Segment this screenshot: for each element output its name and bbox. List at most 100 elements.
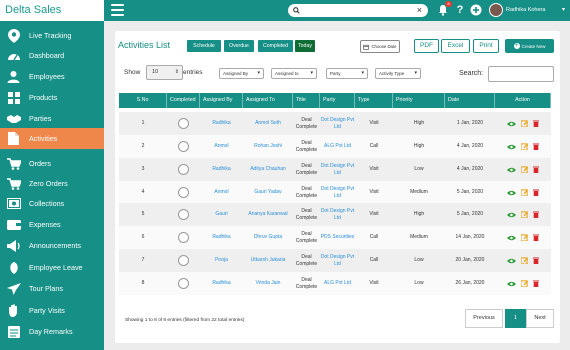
view-eye-icon[interactable] [507, 190, 516, 196]
sidebar-item-tour-plans[interactable]: Tour Plans [0, 278, 104, 299]
cell-assigned-by[interactable]: Gauri [200, 203, 243, 226]
cell-assigned-by[interactable]: Anmol [200, 181, 243, 204]
choose-date-button[interactable]: Choose Date [360, 40, 400, 53]
sidebar-item-collections[interactable]: Collections [0, 193, 104, 214]
delete-trash-icon[interactable] [533, 280, 539, 287]
next-page-button[interactable]: Next [526, 309, 554, 328]
cell-assigned-to[interactable]: Anmol Seth [243, 112, 293, 135]
view-eye-icon[interactable] [507, 121, 516, 127]
view-eye-icon[interactable] [507, 144, 516, 150]
completed-checkbox[interactable] [178, 232, 189, 243]
sidebar-item-products[interactable]: Products [0, 87, 104, 108]
delete-trash-icon[interactable] [533, 211, 539, 218]
column-header-assigned-to[interactable]: Assigned To [243, 93, 293, 108]
add-circle-icon[interactable] [470, 4, 482, 16]
cell-assigned-to[interactable]: Dhruv Gupta [243, 226, 293, 249]
sidebar-item-employees[interactable]: Employees [0, 66, 104, 87]
cell-assigned-to[interactable]: Rohan Joshi [243, 135, 293, 158]
view-eye-icon[interactable] [507, 281, 516, 287]
sidebar-item-announcements[interactable]: Announcements [0, 235, 104, 256]
edit-icon[interactable] [521, 166, 528, 173]
sidebar-item-party-visits[interactable]: Party Visits [0, 300, 104, 321]
column-header-type[interactable]: Type [355, 93, 393, 108]
chevron-down-icon[interactable]: ▾ [562, 6, 565, 13]
completed-checkbox[interactable] [178, 278, 189, 289]
column-header-date[interactable]: Date [445, 93, 495, 108]
edit-icon[interactable] [521, 257, 528, 264]
column-header-party[interactable]: Party [320, 93, 355, 108]
cell-party[interactable]: Dot Design Pvt Ltd [320, 181, 355, 204]
sidebar-item-dashboard[interactable]: Dashboard [0, 45, 104, 66]
completed-checkbox[interactable] [178, 209, 189, 220]
sidebar-item-live-tracking[interactable]: Live Tracking [0, 25, 104, 46]
edit-icon[interactable] [521, 143, 528, 150]
filter-party[interactable]: Party ▾ [326, 68, 368, 79]
column-header-s-no[interactable]: S.No [119, 93, 167, 108]
sidebar-item-activities[interactable]: Activities [0, 128, 104, 149]
cell-assigned-by[interactable]: Pooja [200, 249, 243, 272]
create-new-button[interactable]: + Create New [505, 39, 554, 53]
delete-trash-icon[interactable] [533, 143, 539, 150]
completed-checkbox[interactable] [178, 187, 189, 198]
column-header-title[interactable]: Title [293, 93, 320, 108]
sidebar-item-day-remarks[interactable]: Day Remarks [0, 321, 104, 342]
print-button[interactable]: Print [473, 39, 499, 53]
cell-party[interactable]: Dot Design Pvt Ltd [320, 249, 355, 272]
brand-logo[interactable]: Delta Sales [0, 0, 104, 21]
tab-overdue[interactable]: Overdue [224, 40, 254, 52]
clear-search-icon[interactable]: × [417, 5, 422, 15]
cell-party[interactable]: PDS Securities [320, 226, 355, 249]
column-header-action[interactable]: Action [495, 93, 551, 108]
edit-icon[interactable] [521, 211, 528, 218]
sidebar-item-orders[interactable]: Orders [0, 153, 104, 174]
tab-schedule[interactable]: Schedule [187, 40, 221, 52]
column-header-priority[interactable]: Priority [393, 93, 445, 108]
completed-checkbox[interactable] [178, 255, 189, 266]
cell-assigned-to[interactable]: Gauri Yadav [243, 181, 293, 204]
completed-checkbox[interactable] [178, 141, 189, 152]
sidebar-item-parties[interactable]: Parties [0, 108, 104, 129]
help-icon[interactable]: ? [454, 4, 466, 16]
hamburger-menu-icon[interactable] [111, 4, 124, 16]
filter-assigned-by[interactable]: Assigned By ▾ [219, 68, 264, 79]
column-header-completed[interactable]: Completed [167, 93, 200, 108]
notification-bell-icon[interactable]: 8 [437, 1, 452, 16]
export-pdf-button[interactable]: PDF [414, 39, 439, 53]
cell-party[interactable]: ALG Pvt Ltd [320, 135, 355, 158]
view-eye-icon[interactable] [507, 235, 516, 241]
cell-assigned-to[interactable]: Utkarsh Jukaria [243, 249, 293, 272]
tab-today[interactable]: Today [295, 40, 315, 52]
delete-trash-icon[interactable] [533, 166, 539, 173]
user-name[interactable]: Radhika Kohera [506, 7, 545, 13]
filter-activity-type[interactable]: Activity Type ▾ [375, 68, 421, 79]
view-eye-icon[interactable] [507, 212, 516, 218]
cell-assigned-by[interactable]: Anmol [200, 135, 243, 158]
cell-assigned-by[interactable]: Radhika [200, 158, 243, 181]
filter-assigned-to[interactable]: Assigned to ▾ [271, 68, 317, 79]
current-page-button[interactable]: 1 [505, 309, 526, 328]
global-search-input[interactable]: × [288, 4, 428, 17]
export-excel-button[interactable]: Excel [441, 39, 470, 53]
cell-assigned-to[interactable]: Aditya Chauhan [243, 158, 293, 181]
tab-completed[interactable]: Completed [258, 40, 293, 52]
delete-trash-icon[interactable] [533, 189, 539, 196]
cell-assigned-by[interactable]: Radhika [200, 112, 243, 135]
delete-trash-icon[interactable] [533, 257, 539, 264]
cell-assigned-by[interactable]: Radhika [200, 272, 243, 295]
cell-assigned-to[interactable]: Ananya Karanwal [243, 203, 293, 226]
delete-trash-icon[interactable] [533, 120, 539, 127]
edit-icon[interactable] [521, 120, 528, 127]
column-header-assigned-by[interactable]: Assigned By [200, 93, 243, 108]
cell-assigned-by[interactable]: Radhika [200, 226, 243, 249]
avatar[interactable] [489, 3, 503, 17]
cell-assigned-to[interactable]: Vrinda Jain [243, 272, 293, 295]
edit-icon[interactable] [521, 280, 528, 287]
edit-icon[interactable] [521, 234, 528, 241]
sidebar-item-expenses[interactable]: Expenses [0, 214, 104, 235]
table-search-input[interactable] [488, 66, 554, 82]
completed-checkbox[interactable] [178, 164, 189, 175]
delete-trash-icon[interactable] [533, 234, 539, 241]
view-eye-icon[interactable] [507, 167, 516, 173]
cell-party[interactable]: Dot Design Pvt Ltd [320, 158, 355, 181]
page-size-select[interactable]: 10 ⇕ [146, 65, 183, 80]
